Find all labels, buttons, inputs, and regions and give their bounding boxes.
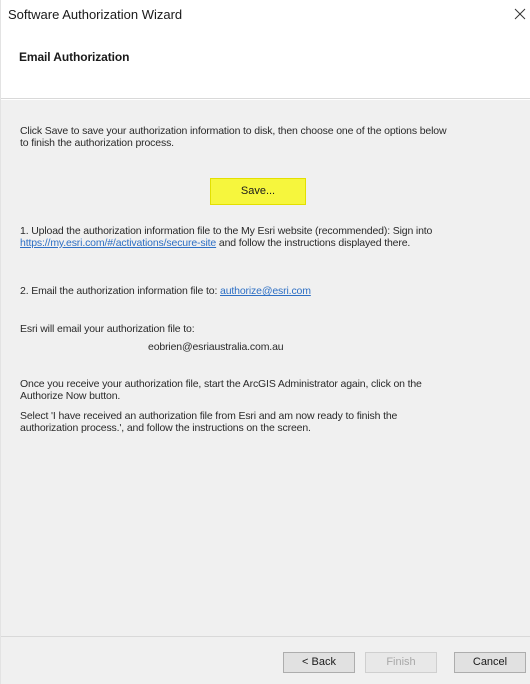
receive-text-line2: Authorize Now button. — [20, 390, 121, 402]
wizard-footer: < Back Finish Cancel — [1, 636, 530, 684]
page-title: Email Authorization — [19, 50, 130, 64]
step2-label: 2. Email the authorization information f… — [20, 285, 220, 297]
finish-button[interactable]: Finish — [365, 652, 437, 673]
email-intro-text: Esri will email your authorization file … — [20, 323, 195, 335]
secure-site-link[interactable]: https://my.esri.com/#/activations/secure… — [20, 237, 216, 249]
title-bar: Software Authorization Wizard — [1, 0, 530, 30]
email-address: eobrien@esriaustralia.com.au — [148, 341, 284, 353]
authorize-email-link[interactable]: authorize@esri.com — [220, 285, 311, 297]
select-text-line2: authorization process.', and follow the … — [20, 422, 311, 434]
cancel-button[interactable]: Cancel — [454, 652, 526, 673]
wizard-content: Click Save to save your authorization in… — [1, 100, 530, 636]
wizard-window: Software Authorization Wizard Email Auth… — [0, 0, 530, 684]
close-icon — [514, 8, 526, 20]
step1-text-rest: and follow the instructions displayed th… — [216, 237, 411, 249]
save-button[interactable]: Save... — [210, 178, 306, 205]
intro-text-line2: to finish the authorization process. — [20, 137, 174, 149]
intro-text-line1: Click Save to save your authorization in… — [20, 125, 447, 137]
step1-text-line1: 1. Upload the authorization information … — [20, 225, 433, 237]
receive-text-line1: Once you receive your authorization file… — [20, 378, 422, 390]
select-text-line1: Select 'I have received an authorization… — [20, 410, 398, 422]
close-button[interactable] — [509, 3, 530, 25]
window-title: Software Authorization Wizard — [8, 7, 183, 22]
step1-text-line2: https://my.esri.com/#/activations/secure… — [20, 237, 410, 249]
back-button[interactable]: < Back — [283, 652, 355, 673]
wizard-header: Email Authorization — [1, 30, 530, 99]
step2-text: 2. Email the authorization information f… — [20, 285, 311, 297]
